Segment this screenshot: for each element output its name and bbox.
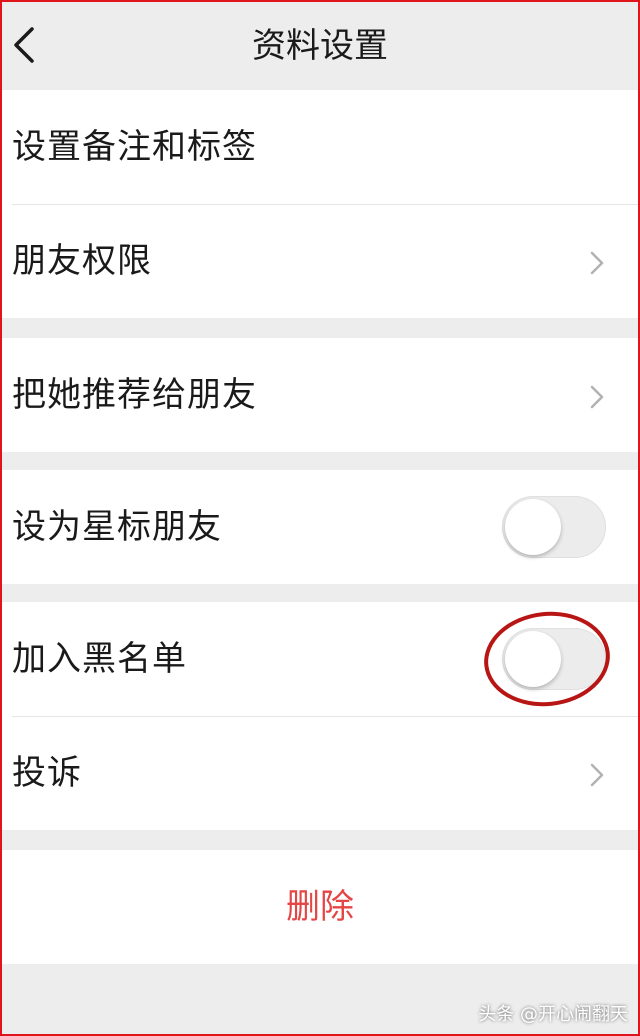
recommend-row[interactable]: 把她推荐给朋友 — [0, 338, 640, 452]
remarks-tags-row[interactable]: 设置备注和标签 — [0, 90, 640, 204]
blacklist-label: 加入黑名单 — [12, 639, 187, 679]
star-friend-label: 设为星标朋友 — [12, 507, 222, 547]
page-title: 资料设置 — [252, 26, 388, 66]
settings-group-star: 设为星标朋友 — [0, 470, 640, 584]
friend-permissions-row[interactable]: 朋友权限 — [0, 204, 640, 318]
settings-group-remarks: 设置备注和标签 朋友权限 — [0, 90, 640, 318]
nav-header: 资料设置 — [0, 0, 640, 90]
friend-permissions-label: 朋友权限 — [12, 241, 152, 281]
watermark: 头条 @开心闹翻天 — [478, 1004, 628, 1025]
recommend-label: 把她推荐给朋友 — [12, 375, 257, 415]
star-friend-toggle[interactable] — [502, 496, 606, 558]
delete-row[interactable]: 删除 — [0, 850, 640, 964]
settings-group-recommend: 把她推荐给朋友 — [0, 338, 640, 452]
star-friend-row: 设为星标朋友 — [0, 470, 640, 584]
remarks-tags-label: 设置备注和标签 — [12, 127, 257, 167]
chevron-right-icon — [590, 385, 604, 409]
chevron-right-icon — [590, 251, 604, 275]
delete-button[interactable]: 删除 — [0, 850, 640, 964]
complaint-row[interactable]: 投诉 — [0, 716, 640, 830]
complaint-label: 投诉 — [12, 753, 82, 793]
toggle-knob — [505, 499, 561, 555]
chevron-right-icon — [590, 763, 604, 787]
